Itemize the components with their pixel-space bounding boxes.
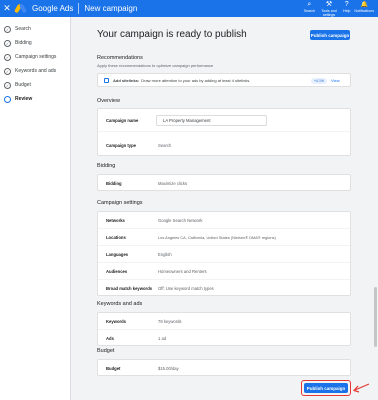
bidding-row: Bidding Maximize clicks (98, 175, 350, 192)
notifications-button[interactable]: 🔔 Notifications (354, 0, 374, 17)
campaign-name-label: Campaign name (106, 117, 139, 123)
uplift-badge: +4.1% (311, 78, 328, 84)
search-button[interactable]: ⌕ Search (304, 0, 315, 17)
check-icon: ✓ (4, 53, 11, 61)
ads-label: Ads (106, 336, 114, 341)
tool-label: Notifications (354, 9, 374, 13)
tools-settings-button[interactable]: ⚒ Tools and settings (319, 0, 339, 17)
audiences-row: Audiences Homeowners and Renters (98, 263, 350, 280)
campaign-type-value: Search (158, 142, 172, 148)
broad-match-value: Off: Use keyword match types (158, 286, 214, 291)
overview-title: Overview (97, 98, 120, 104)
brand-name: Google Ads (32, 4, 74, 13)
sidebar-item-label: Campaign settings (15, 54, 57, 60)
tool-label: Help (343, 9, 351, 13)
divider (78, 3, 80, 14)
pointer-arrow-icon (352, 383, 370, 393)
check-icon: ✓ (4, 67, 11, 75)
bidding-label: Bidding (106, 181, 122, 186)
keywords-ads-title: Keywords and ads (97, 301, 143, 307)
keywords-ads-card: Keywords 78 keywords Ads 1 ad (97, 312, 351, 346)
budget-title: Budget (97, 348, 115, 354)
bell-icon: 🔔 (360, 2, 368, 8)
ads-row: Ads 1 ad (98, 330, 350, 347)
languages-value: English (158, 251, 172, 257)
circle-icon (4, 95, 11, 103)
sidebar-item-label: Budget (15, 82, 31, 88)
locations-row: Locations Los Angeles CA, California, Un… (98, 229, 350, 246)
broad-match-label: Broad match keywords (106, 286, 153, 291)
networks-row: Networks Google Search Network (98, 212, 350, 229)
search-icon: ⌕ (307, 1, 312, 8)
campaign-name-row: Campaign name LA Property Management (98, 109, 350, 132)
sidebar-item-budget[interactable]: ✓ Budget (0, 78, 70, 92)
check-icon: ✓ (4, 39, 11, 47)
campaign-settings-card: Networks Google Search Network Locations… (97, 211, 351, 296)
sidebar-item-label: Bidding (15, 40, 32, 46)
recommendations-subtitle: Apply these recommendations to optimize … (97, 63, 214, 68)
bidding-card: Bidding Maximize clicks (97, 174, 351, 191)
wrench-icon: ⚒ (325, 1, 333, 8)
sidebar-item-campaign-settings[interactable]: ✓ Campaign settings (0, 50, 70, 64)
locations-label: Locations (106, 234, 126, 240)
sidebar-item-keywords-and-ads[interactable]: ✓ Keywords and ads (0, 64, 70, 78)
top-app-bar: ✕ Google Ads New campaign ⌕ Search ⚒ Too… (0, 0, 378, 17)
check-icon: ✓ (4, 25, 11, 33)
recommendation-text: Draw more attention to your ads by addin… (141, 77, 251, 83)
page-title: New campaign (84, 4, 138, 13)
campaign-type-label: Campaign type (106, 142, 137, 148)
campaign-type-row: Campaign type Search (98, 133, 350, 157)
bidding-title: Bidding (97, 163, 116, 169)
networks-label: Networks (106, 217, 125, 223)
languages-label: Languages (106, 251, 129, 257)
sidebar-item-review[interactable]: Review (0, 92, 70, 106)
campaign-settings-title: Campaign settings (97, 200, 143, 206)
publish-campaign-button[interactable]: Publish campaign (304, 383, 348, 393)
page-heading: Your campaign is ready to publish (97, 29, 247, 40)
budget-label: Budget (106, 366, 121, 371)
audiences-value: Homeowners and Renters (158, 268, 207, 274)
sidebar-item-label: Review (15, 96, 33, 102)
sidebar: ✓ Search ✓ Bidding ✓ Campaign settings ✓… (0, 17, 71, 400)
sidebar-item-search[interactable]: ✓ Search (0, 22, 70, 36)
recommendations-title: Recommendations (97, 55, 143, 61)
recommendation-title: Add sitelinks: (113, 77, 140, 83)
bidding-value: Maximize clicks (158, 181, 188, 186)
help-icon: ? (344, 1, 349, 8)
keywords-row: Keywords 78 keywords (98, 313, 350, 330)
sidebar-item-label: Keywords and ads (15, 68, 57, 74)
publish-campaign-button-top[interactable]: Publish campaign (310, 30, 350, 40)
languages-row: Languages English (98, 246, 350, 263)
ads-value: 1 ad (158, 336, 167, 341)
recommendation-card: Add sitelinks: Draw more attention to yo… (97, 73, 351, 87)
overview-card: Campaign name LA Property Management Cam… (97, 108, 351, 156)
keywords-label: Keywords (106, 318, 127, 324)
scrollbar-thumb[interactable] (374, 287, 377, 347)
sidebar-item-bidding[interactable]: ✓ Bidding (0, 36, 70, 50)
sidebar-item-label: Search (15, 26, 31, 32)
tool-label: Tools and settings (321, 9, 337, 17)
toolbar: ⌕ Search ⚒ Tools and settings ? Help 🔔 N… (304, 0, 378, 17)
google-ads-logo (14, 3, 28, 14)
audiences-label: Audiences (106, 268, 128, 274)
help-button[interactable]: ? Help (343, 0, 350, 17)
close-icon[interactable]: ✕ (0, 3, 14, 14)
keywords-value: 78 keywords (158, 318, 182, 324)
main-content: Your campaign is ready to publish Publis… (71, 17, 378, 400)
campaign-name-input[interactable]: LA Property Management (156, 115, 267, 126)
tool-label: Search (303, 9, 316, 13)
check-icon: ✓ (4, 81, 11, 89)
networks-value: Google Search Network (158, 217, 203, 223)
broad-match-row: Broad match keywords Off: Use keyword ma… (98, 280, 350, 297)
budget-card: Budget $15.00/day (97, 359, 351, 376)
budget-value: $15.00/day (158, 366, 179, 371)
budget-row: Budget $15.00/day (98, 360, 350, 377)
locations-value: Los Angeles CA, California, United State… (158, 234, 276, 240)
scrollbar[interactable] (373, 17, 378, 400)
view-link[interactable]: View (331, 78, 340, 83)
sitelink-icon (104, 77, 109, 83)
